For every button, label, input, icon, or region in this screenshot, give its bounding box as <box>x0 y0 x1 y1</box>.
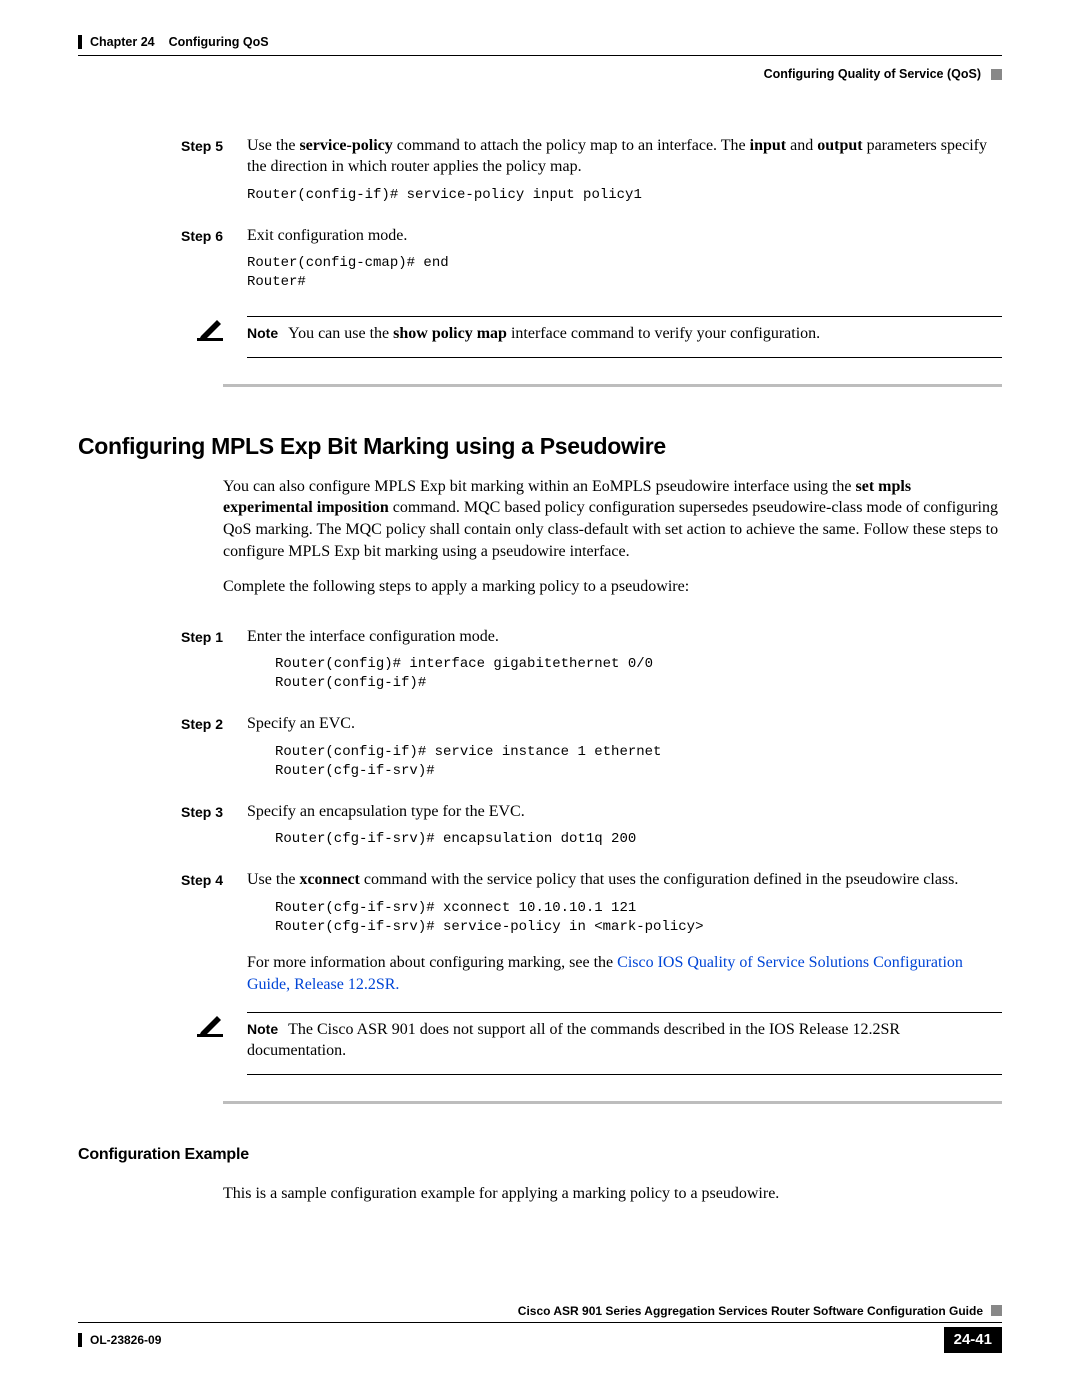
header-bar-icon <box>78 35 82 49</box>
step-text: Specify an encapsulation type for the EV… <box>247 801 1002 823</box>
footer-bar-icon <box>78 1333 82 1347</box>
step-body: Specify an encapsulation type for the EV… <box>247 801 1002 865</box>
note-body: NoteThe Cisco ASR 901 does not support a… <box>247 1012 1002 1075</box>
example-text: This is a sample configuration example f… <box>223 1183 1002 1205</box>
step-label: Step 1 <box>78 626 247 709</box>
footer-page-number: 24-41 <box>944 1327 1002 1353</box>
step-label: Step 5 <box>78 135 247 221</box>
header-rule <box>78 55 1002 56</box>
section-end-rule <box>223 384 1002 387</box>
intro-paragraph: You can also configure MPLS Exp bit mark… <box>223 476 1002 562</box>
heading-3: Configuration Example <box>78 1144 1002 1166</box>
note-rule-bottom <box>247 357 1002 358</box>
footer-title-row: Cisco ASR 901 Series Aggregation Service… <box>78 1303 1002 1319</box>
note-icon-col <box>78 316 247 358</box>
code-block: Router(config-if)# service instance 1 et… <box>247 743 1002 781</box>
running-header-right: Configuring Quality of Service (QoS) <box>78 66 1002 83</box>
note-block: NoteThe Cisco ASR 901 does not support a… <box>78 1012 1002 1075</box>
step-link-text: For more information about configuring m… <box>247 952 1002 995</box>
step-row: Step 1 Enter the interface configuration… <box>78 626 1002 709</box>
step-text: Exit configuration mode. <box>247 225 1002 247</box>
note-text: NoteYou can use the show policy map inte… <box>247 323 1002 345</box>
step-label: Step 2 <box>78 713 247 796</box>
footer-rule <box>78 1322 1002 1323</box>
intro-paragraph: Complete the following steps to apply a … <box>223 576 1002 598</box>
step-body: Use the xconnect command with the servic… <box>247 869 1002 1004</box>
page-footer: Cisco ASR 901 Series Aggregation Service… <box>78 1303 1002 1353</box>
step-row: Step 5 Use the service-policy command to… <box>78 135 1002 221</box>
step-row: Step 3 Specify an encapsulation type for… <box>78 801 1002 865</box>
header-square-icon <box>991 69 1002 80</box>
step-row: Step 6 Exit configuration mode. Router(c… <box>78 225 1002 308</box>
step-label: Step 3 <box>78 801 247 865</box>
code-block: Router(cfg-if-srv)# xconnect 10.10.10.1 … <box>247 899 1002 937</box>
note-rule-bottom <box>247 1074 1002 1075</box>
note-rule-top <box>247 316 1002 317</box>
step-text: Enter the interface configuration mode. <box>247 626 1002 648</box>
step-text: Use the service-policy command to attach… <box>247 135 1002 178</box>
step-text: Specify an EVC. <box>247 713 1002 735</box>
note-text: NoteThe Cisco ASR 901 does not support a… <box>247 1019 1002 1062</box>
chapter-title: Configuring QoS <box>169 34 269 51</box>
footer-bottom-row: OL-23826-09 24-41 <box>78 1327 1002 1353</box>
step-body: Specify an EVC. Router(config-if)# servi… <box>247 713 1002 796</box>
example-intro: This is a sample configuration example f… <box>223 1183 1002 1205</box>
step-body: Enter the interface configuration mode. … <box>247 626 1002 709</box>
step-body: Use the service-policy command to attach… <box>247 135 1002 221</box>
note-rule-top <box>247 1012 1002 1013</box>
running-header-left: Chapter 24 Configuring QoS <box>78 34 1002 51</box>
step-row: Step 2 Specify an EVC. Router(config-if)… <box>78 713 1002 796</box>
intro-block: You can also configure MPLS Exp bit mark… <box>223 476 1002 598</box>
code-block: Router(config-cmap)# end Router# <box>247 254 1002 292</box>
note-block: NoteYou can use the show policy map inte… <box>78 316 1002 358</box>
step-text: Use the xconnect command with the servic… <box>247 869 1002 891</box>
code-block: Router(config)# interface gigabitetherne… <box>247 655 1002 693</box>
code-block: Router(cfg-if-srv)# encapsulation dot1q … <box>247 830 1002 849</box>
section-title: Configuring Quality of Service (QoS) <box>764 66 981 83</box>
heading-2: Configuring MPLS Exp Bit Marking using a… <box>78 431 1002 462</box>
chapter-label: Chapter 24 <box>90 34 155 51</box>
footer-square-icon <box>991 1305 1002 1316</box>
code-block: Router(config-if)# service-policy input … <box>247 186 1002 205</box>
note-body: NoteYou can use the show policy map inte… <box>247 316 1002 358</box>
footer-docnum: OL-23826-09 <box>78 1332 161 1348</box>
pencil-note-icon <box>197 316 223 340</box>
step-row: Step 4 Use the xconnect command with the… <box>78 869 1002 1004</box>
step-label: Step 4 <box>78 869 247 1004</box>
pencil-note-icon <box>197 1012 223 1036</box>
footer-guide-title: Cisco ASR 901 Series Aggregation Service… <box>518 1303 983 1319</box>
step-label: Step 6 <box>78 225 247 308</box>
document-page: Chapter 24 Configuring QoS Configuring Q… <box>0 0 1080 1397</box>
page-content: Step 5 Use the service-policy command to… <box>78 83 1002 1205</box>
step-body: Exit configuration mode. Router(config-c… <box>247 225 1002 308</box>
note-icon-col <box>78 1012 247 1075</box>
section-end-rule <box>223 1101 1002 1104</box>
